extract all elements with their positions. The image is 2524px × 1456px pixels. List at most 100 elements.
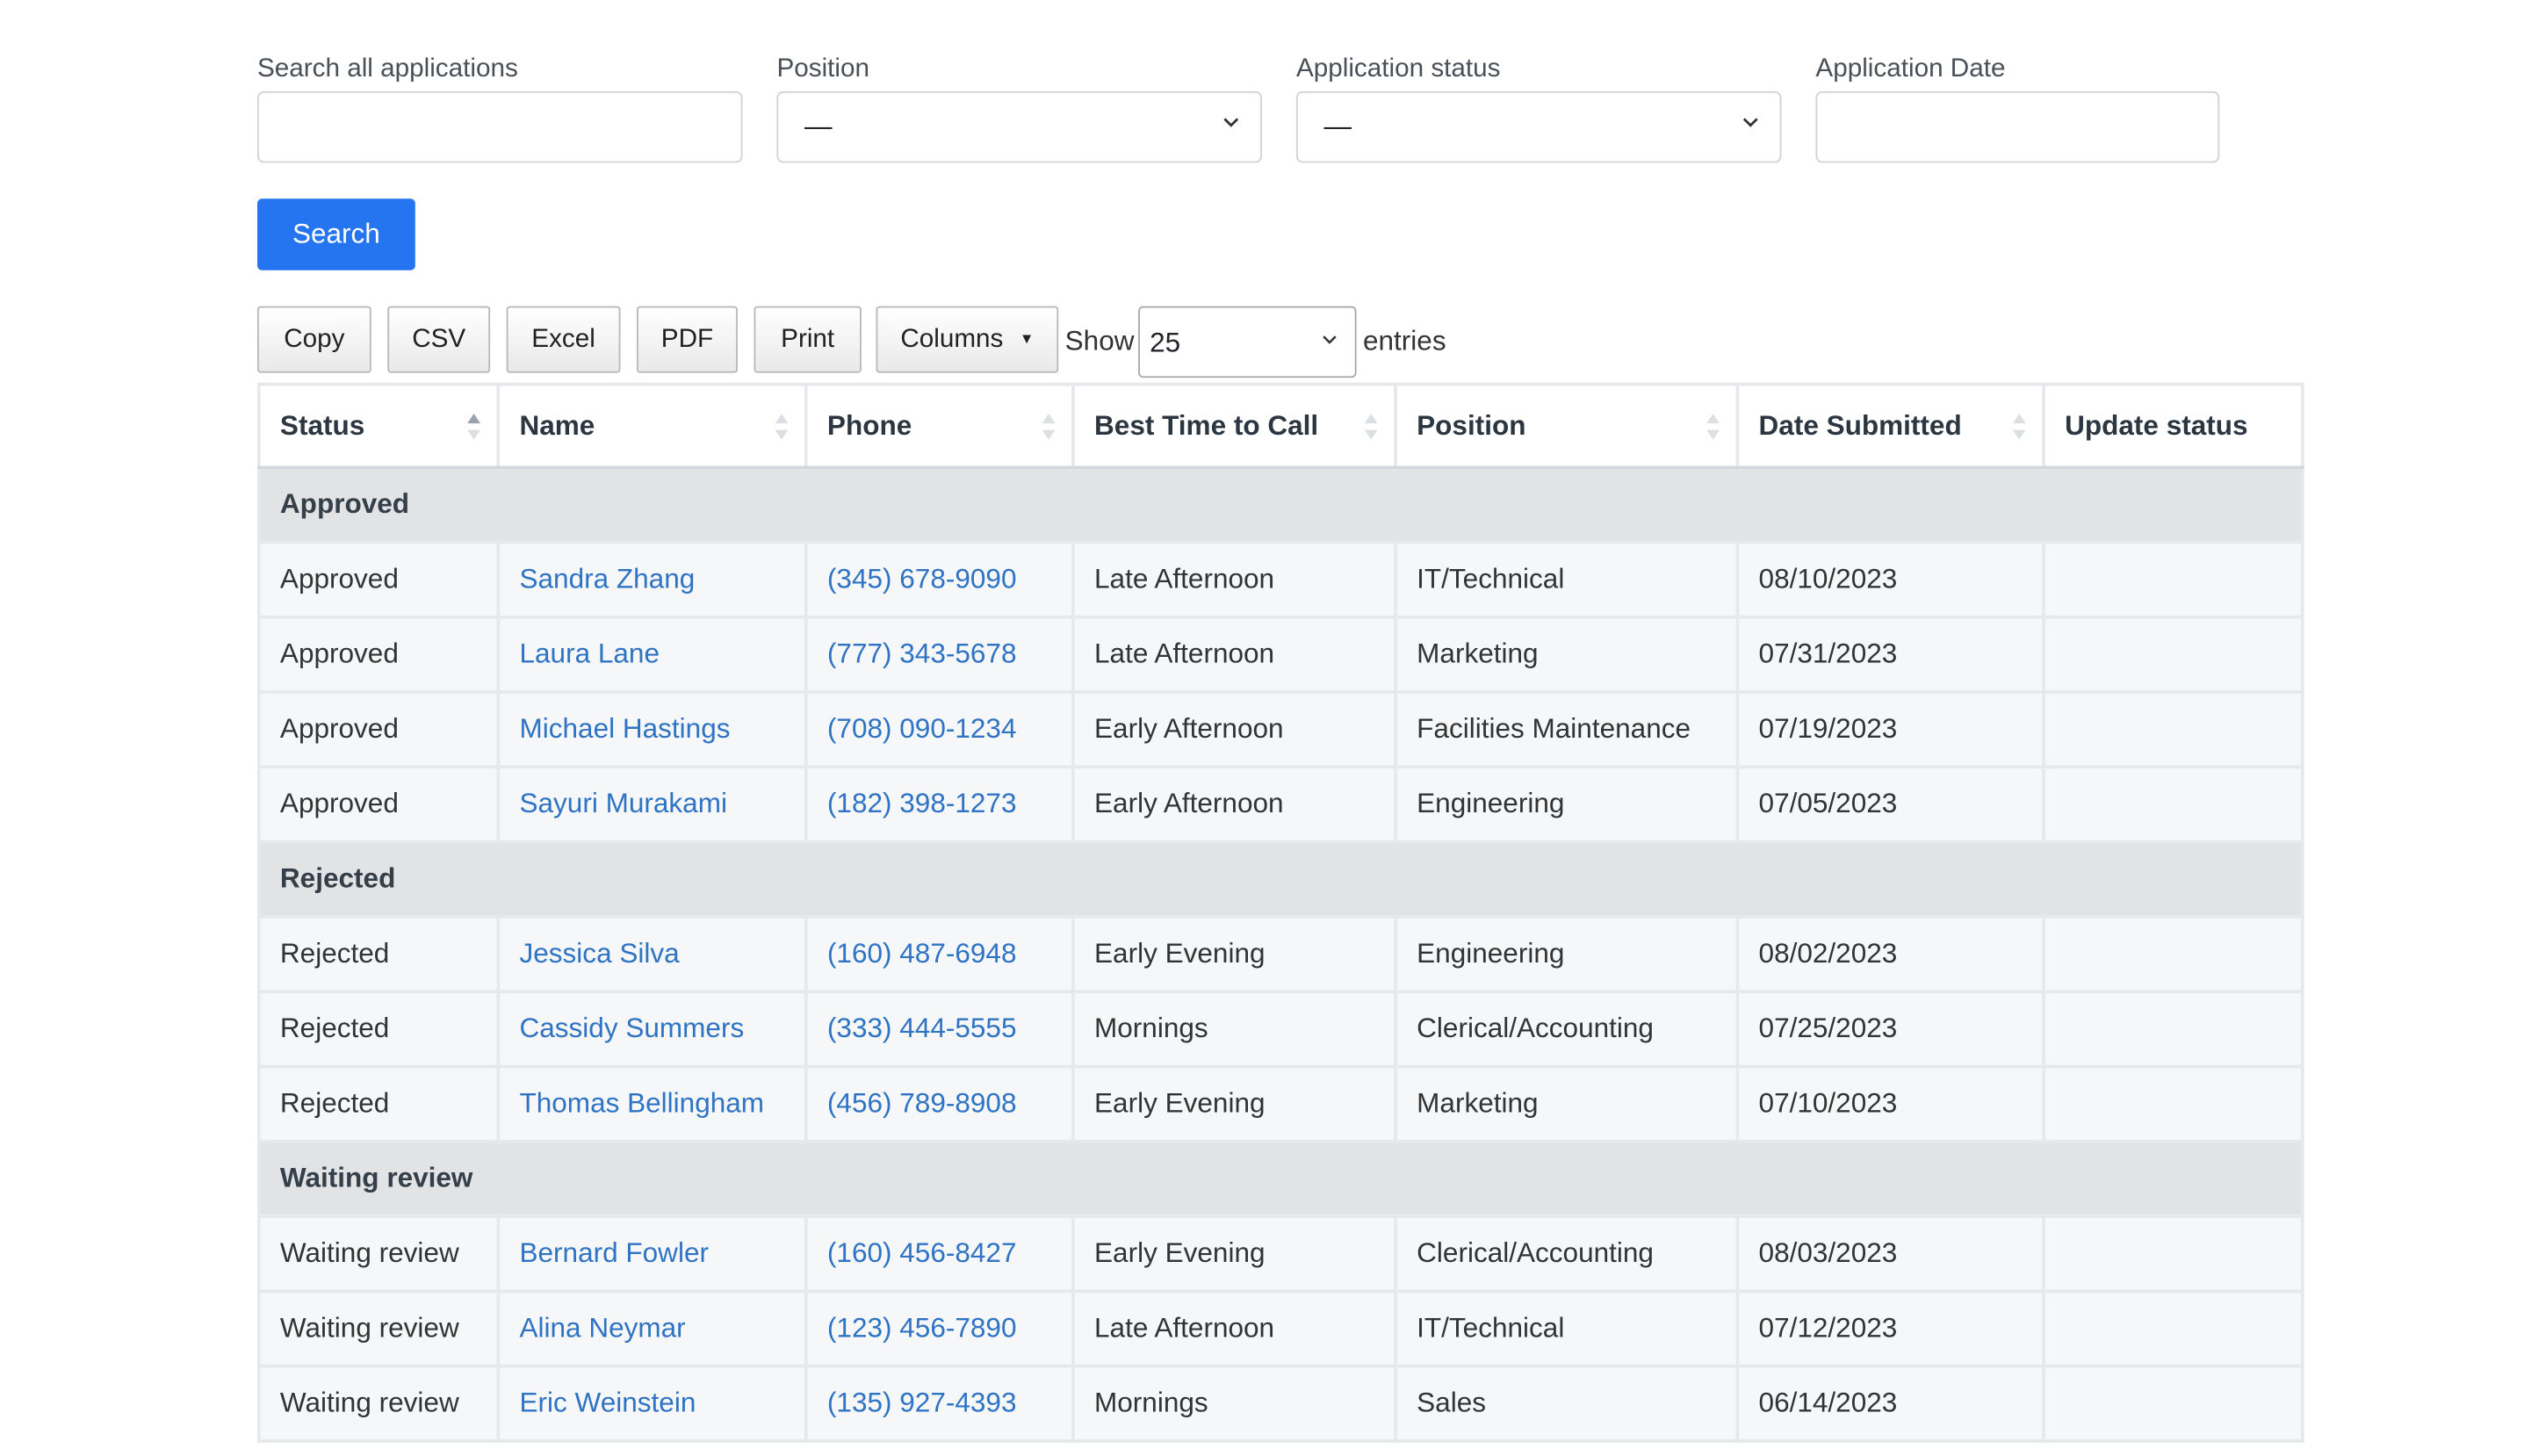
column-header-name[interactable]: Name <box>496 382 808 470</box>
table-row: Approved Sayuri Murakami (182) 398-1273 Ear… <box>256 765 2304 844</box>
update-status-cell[interactable] <box>2042 1364 2304 1443</box>
update-status-cell[interactable] <box>2042 1215 2304 1294</box>
best-time-cell: Early Evening <box>1071 915 1397 994</box>
phone-link[interactable]: (123) 456-7890 <box>804 1289 1075 1368</box>
date-cell: 07/12/2023 <box>1735 1289 2045 1368</box>
table-row: Rejected Cassidy Summers (333) 444-5555 Mor… <box>256 990 2304 1069</box>
page-length-select[interactable]: 25 <box>1138 306 1357 378</box>
date-cell: 07/19/2023 <box>1735 690 2045 769</box>
update-status-cell[interactable] <box>2042 765 2304 844</box>
position-cell: Clerical/Accounting <box>1394 1215 1740 1294</box>
column-header-position[interactable]: Position <box>1394 382 1740 470</box>
column-header-phone[interactable]: Phone <box>804 382 1075 470</box>
status-select[interactable]: — <box>1295 90 1782 163</box>
update-status-cell[interactable] <box>2042 915 2304 994</box>
columns-label: Columns <box>900 325 1004 354</box>
chevron-down-icon <box>1223 118 1239 127</box>
update-status-cell[interactable] <box>2042 1064 2304 1143</box>
print-button[interactable]: Print <box>754 306 862 373</box>
page: Search all applications Position — Appli… <box>0 0 2524 1456</box>
status-value: — <box>1323 111 1352 142</box>
sort-icon <box>1706 413 1720 440</box>
position-cell: IT/Technical <box>1394 1289 1740 1368</box>
name-link[interactable]: Sayuri Murakami <box>496 765 808 844</box>
table-row: Rejected Thomas Bellingham (456) 789-8908 E… <box>256 1064 2304 1143</box>
phone-link[interactable]: (160) 456-8427 <box>804 1215 1075 1294</box>
status-filter: Application status — <box>1295 52 1782 163</box>
phone-link[interactable]: (345) 678-9090 <box>804 540 1075 619</box>
date-cell: 07/31/2023 <box>1735 615 2045 694</box>
position-cell: Engineering <box>1394 915 1740 994</box>
group-row: Approved <box>256 465 2304 544</box>
name-link[interactable]: Thomas Bellingham <box>496 1064 808 1143</box>
search-label: Search all applications <box>256 55 518 83</box>
position-select[interactable]: — <box>776 90 1263 163</box>
name-link[interactable]: Bernard Fowler <box>496 1215 808 1294</box>
csv-button[interactable]: CSV <box>387 306 491 373</box>
phone-link[interactable]: (708) 090-1234 <box>804 690 1075 769</box>
search-button[interactable]: Search <box>256 198 415 270</box>
status-cell: Rejected <box>256 1064 501 1143</box>
best-time-cell: Mornings <box>1071 1364 1397 1443</box>
name-link[interactable]: Jessica Silva <box>496 915 808 994</box>
update-status-cell[interactable] <box>2042 690 2304 769</box>
column-header-status[interactable]: Status <box>256 382 501 470</box>
group-row: Waiting review <box>256 1139 2304 1218</box>
columns-button[interactable]: Columns ▼ <box>876 306 1059 373</box>
status-cell: Rejected <box>256 915 501 994</box>
position-cell: IT/Technical <box>1394 540 1740 619</box>
column-header-date-submitted[interactable]: Date Submitted <box>1735 382 2045 470</box>
phone-link[interactable]: (333) 444-5555 <box>804 990 1075 1069</box>
status-cell: Waiting review <box>256 1215 501 1294</box>
name-link[interactable]: Alina Neymar <box>496 1289 808 1368</box>
phone-link[interactable]: (456) 789-8908 <box>804 1064 1075 1143</box>
best-time-cell: Late Afternoon <box>1071 1289 1397 1368</box>
name-link[interactable]: Michael Hastings <box>496 690 808 769</box>
caret-down-icon: ▼ <box>1019 330 1035 347</box>
status-cell: Approved <box>256 765 501 844</box>
chevron-down-icon <box>1742 118 1758 127</box>
date-input[interactable] <box>1815 90 2220 163</box>
column-header-update-status[interactable]: Update status <box>2042 382 2304 470</box>
update-status-cell[interactable] <box>2042 990 2304 1069</box>
status-cell: Rejected <box>256 990 501 1069</box>
update-status-cell[interactable] <box>2042 540 2304 619</box>
name-link[interactable]: Cassidy Summers <box>496 990 808 1069</box>
group-label: Rejected <box>256 840 2304 919</box>
entries-label: entries <box>1362 325 1446 357</box>
status-cell: Approved <box>256 615 501 694</box>
excel-button[interactable]: Excel <box>506 306 621 373</box>
name-link[interactable]: Eric Weinstein <box>496 1364 808 1443</box>
phone-link[interactable]: (777) 343-5678 <box>804 615 1075 694</box>
best-time-cell: Late Afternoon <box>1071 615 1397 694</box>
update-status-cell[interactable] <box>2042 615 2304 694</box>
status-cell: Approved <box>256 690 501 769</box>
update-status-cell[interactable] <box>2042 1289 2304 1368</box>
search-input[interactable] <box>256 90 743 163</box>
position-label: Position <box>776 55 869 83</box>
date-cell: 06/14/2023 <box>1735 1364 2045 1443</box>
table-body: Approved Approved Sandra Zhang (345) 678-90… <box>256 465 2304 1443</box>
sort-icon <box>1364 413 1378 440</box>
date-cell: 08/03/2023 <box>1735 1215 2045 1294</box>
column-header-label: Name <box>519 409 595 441</box>
column-header-best-time[interactable]: Best Time to Call <box>1071 382 1397 470</box>
phone-link[interactable]: (182) 398-1273 <box>804 765 1075 844</box>
pdf-button[interactable]: PDF <box>636 306 738 373</box>
column-header-label: Best Time to Call <box>1094 409 1319 441</box>
status-cell: Waiting review <box>256 1289 501 1368</box>
table-header-row: Status Name Phone Best Time to Call Position… <box>256 382 2304 470</box>
best-time-cell: Early Evening <box>1071 1215 1397 1294</box>
position-cell: Sales <box>1394 1364 1740 1443</box>
name-link[interactable]: Sandra Zhang <box>496 540 808 619</box>
position-cell: Marketing <box>1394 615 1740 694</box>
phone-link[interactable]: (135) 927-4393 <box>804 1364 1075 1443</box>
table-row: Waiting review Alina Neymar (123) 456-7890… <box>256 1289 2304 1368</box>
table-row: Rejected Jessica Silva (160) 487-6948 Early… <box>256 915 2304 994</box>
phone-link[interactable]: (160) 487-6948 <box>804 915 1075 994</box>
name-link[interactable]: Laura Lane <box>496 615 808 694</box>
position-cell: Engineering <box>1394 765 1740 844</box>
copy-button[interactable]: Copy <box>256 306 371 373</box>
status-cell: Waiting review <box>256 1364 501 1443</box>
best-time-cell: Early Afternoon <box>1071 690 1397 769</box>
